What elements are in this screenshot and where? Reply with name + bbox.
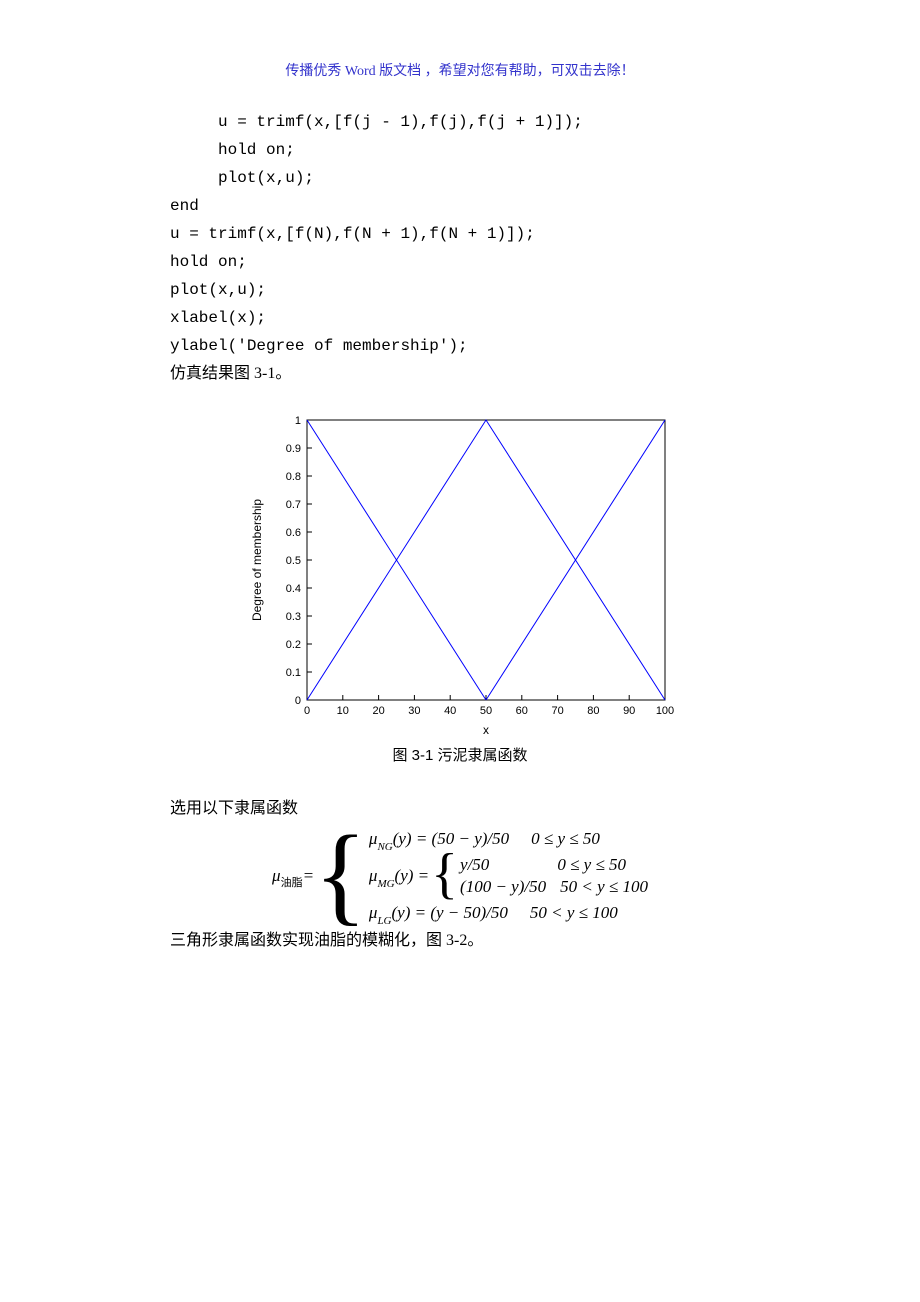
svg-text:0.8: 0.8: [286, 471, 301, 483]
svg-text:80: 80: [587, 705, 599, 717]
code-line: u = trimf(x,[f(N),f(N + 1),f(N + 1)]);: [170, 220, 790, 248]
left-brace-icon: {: [314, 832, 367, 916]
formula-lhs: μ 油脂: [272, 866, 303, 886]
formula-cond: 50 < y ≤ 100: [530, 903, 618, 923]
formula-row: μMG (y) = { y/50 0 ≤ y ≤ 50 (100 − y)/50…: [369, 855, 648, 897]
svg-text:40: 40: [444, 705, 456, 717]
header-note: 传播优秀 Word 版文档 ，希望对您有帮助，可双击去除！: [0, 60, 920, 80]
svg-text:0: 0: [304, 705, 310, 717]
code-line: ylabel('Degree of membership');: [170, 332, 790, 360]
mu-subscript: MG: [377, 878, 394, 890]
svg-text:0.7: 0.7: [286, 499, 301, 511]
formula-expr: y/50: [460, 855, 489, 875]
code-line: u = trimf(x,[f(j - 1),f(j),f(j + 1)]);: [170, 108, 790, 136]
formula-expr: (y) = (y − 50)/50: [392, 903, 508, 923]
svg-text:0: 0: [295, 695, 301, 707]
formula-row: μLG (y) = (y − 50)/50 50 < y ≤ 100: [369, 903, 648, 923]
content-block-2: 选用以下隶属函数: [0, 795, 920, 823]
formula-expr: (100 − y)/50: [460, 877, 546, 897]
formula-rows: μNG (y) = (50 − y)/50 0 ≤ y ≤ 50 μMG (y)…: [369, 829, 648, 923]
svg-text:60: 60: [516, 705, 528, 717]
code-line: xlabel(x);: [170, 304, 790, 332]
code-line: end: [170, 192, 790, 220]
formula-cond: 0 ≤ y ≤ 50: [531, 829, 600, 849]
svg-text:0.4: 0.4: [286, 583, 301, 595]
chart-caption: 图 3-1 污泥隶属函数: [0, 744, 920, 765]
svg-text:0.9: 0.9: [286, 443, 301, 455]
equals: =: [303, 866, 314, 886]
formula-row: μNG (y) = (50 − y)/50 0 ≤ y ≤ 50: [369, 829, 648, 849]
mu-symbol: μ: [272, 866, 281, 886]
svg-text:100: 100: [656, 705, 674, 717]
membership-chart: 0 10 20 30 40 50 60 70 80 90 100 0 0.1 0.2 0.3 0.4 0.5 0.…: [245, 410, 675, 740]
left-brace-icon: {: [431, 854, 458, 894]
code-line: hold on;: [170, 136, 790, 164]
text-sim-result: 仿真结果图 3-1。: [170, 360, 790, 388]
mu-subscript: LG: [377, 915, 391, 927]
svg-text:0.1: 0.1: [286, 667, 301, 679]
content-block-3: 三角形隶属函数实现油脂的模糊化，图 3-2。: [0, 927, 920, 955]
svg-text:30: 30: [408, 705, 420, 717]
formula-block: μ 油脂 = { μNG (y) = (50 − y)/50 0 ≤ y ≤ 5…: [0, 829, 920, 923]
text-select-fn: 选用以下隶属函数: [170, 795, 790, 823]
code-line: plot(x,u);: [170, 164, 790, 192]
svg-text:x: x: [483, 723, 489, 737]
svg-text:10: 10: [337, 705, 349, 717]
mu-subscript: NG: [377, 841, 392, 853]
svg-text:0.3: 0.3: [286, 611, 301, 623]
svg-text:0.5: 0.5: [286, 555, 301, 567]
svg-text:20: 20: [372, 705, 384, 717]
svg-text:1: 1: [295, 415, 301, 427]
content-block: u = trimf(x,[f(j - 1),f(j),f(j + 1)]); h…: [0, 108, 920, 388]
svg-text:50: 50: [480, 705, 492, 717]
chart-svg: 0 10 20 30 40 50 60 70 80 90 100 0 0.1 0.2 0.3 0.4 0.5 0.…: [245, 410, 675, 740]
svg-text:90: 90: [623, 705, 635, 717]
svg-text:0.2: 0.2: [286, 639, 301, 651]
page: 传播优秀 Word 版文档 ，希望对您有帮助，可双击去除！ u = trimf(…: [0, 0, 920, 1302]
formula-cond: 0 ≤ y ≤ 50: [557, 855, 626, 875]
text-tri-note: 三角形隶属函数实现油脂的模糊化，图 3-2。: [170, 927, 790, 955]
svg-text:0.6: 0.6: [286, 527, 301, 539]
formula-cond: 50 < y ≤ 100: [560, 877, 648, 897]
mu-subscript: 油脂: [281, 874, 303, 890]
svg-text:Degree of membership: Degree of membership: [250, 499, 264, 621]
svg-text:70: 70: [551, 705, 563, 717]
code-line: hold on;: [170, 248, 790, 276]
formula-expr: (y) =: [395, 866, 430, 886]
code-line: plot(x,u);: [170, 276, 790, 304]
